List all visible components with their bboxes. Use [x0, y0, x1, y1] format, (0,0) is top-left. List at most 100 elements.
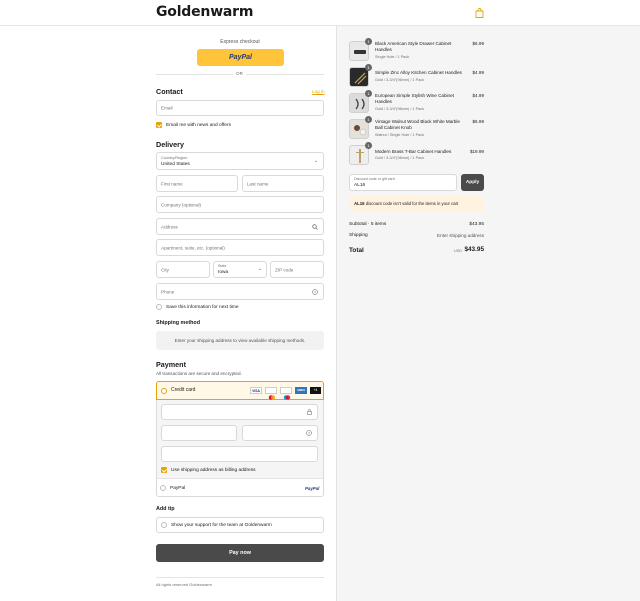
- item-name: European Simple Stylish Wine Cabinet Han…: [375, 93, 454, 104]
- footer-text: All rights reserved Goldenwarm: [156, 582, 212, 587]
- shopping-bag-icon[interactable]: [475, 8, 484, 18]
- more-cards-icon: +4: [310, 387, 321, 394]
- total-label: Total: [349, 247, 364, 254]
- payment-heading: Payment: [156, 360, 186, 369]
- discount-label: Discount code or gift card: [354, 177, 395, 181]
- city-placeholder: City: [161, 267, 169, 272]
- country-select[interactable]: Country/Region United States ⌄: [156, 152, 324, 170]
- state-value: Iowa: [218, 270, 229, 275]
- item-variant: Gold / 3-3/4"(96mm) / 1 Pack: [375, 156, 425, 160]
- country-value: United States: [161, 162, 190, 167]
- tip-option[interactable]: Show your support for the team at Golden…: [156, 517, 324, 533]
- divider: [156, 577, 324, 578]
- help-icon[interactable]: ?: [312, 289, 318, 295]
- shipping-method-notice: Enter your shipping address to view avai…: [156, 331, 324, 350]
- item-name: Vintage Walnut Wood Black White Marble B…: [375, 119, 460, 130]
- header: Goldenwarm: [0, 0, 640, 26]
- delivery-heading: Delivery: [156, 140, 184, 149]
- mastercard-icon: [265, 387, 277, 400]
- zip-field[interactable]: ZIP code: [270, 261, 324, 278]
- svg-text:?: ?: [308, 431, 310, 435]
- country-label: Country/Region: [161, 156, 188, 160]
- expiry-field[interactable]: [161, 425, 237, 441]
- subtotal-label: Subtotal · 5 items: [349, 222, 387, 227]
- order-summary: [336, 26, 640, 601]
- paypal-express-button[interactable]: PayPal: [197, 49, 284, 66]
- total-value: $43.95: [464, 246, 484, 253]
- paypal-option-label[interactable]: PayPal: [170, 486, 185, 491]
- state-label: State: [218, 264, 227, 268]
- save-info-label: Save this information for next time: [166, 305, 239, 310]
- shipping-method-heading: Shipping method: [156, 320, 201, 326]
- item-price: $6.99: [472, 41, 485, 46]
- item-variant: Gold / 3-3/4"(96mm) / 1 Pack: [375, 107, 425, 111]
- discount-error-code: AL16: [354, 201, 365, 206]
- paypal-logo-text: PayPal: [229, 54, 252, 61]
- zip-placeholder: ZIP code: [275, 267, 294, 272]
- company-field[interactable]: Company (optional): [156, 196, 324, 213]
- chevron-down-icon: ⌄: [257, 266, 262, 272]
- email-field[interactable]: Email: [156, 100, 324, 116]
- search-icon: [312, 224, 318, 230]
- credit-card-option[interactable]: Credit card VISA AMEX +4: [156, 381, 324, 400]
- discount-field[interactable]: Discount code or gift card AL16: [349, 174, 457, 191]
- discount-error-text: discount code isn't valid for the items …: [365, 201, 459, 206]
- tip-heading: Add tip: [156, 506, 175, 512]
- city-field[interactable]: City: [156, 261, 210, 278]
- lock-icon: [307, 409, 312, 415]
- first-name-placeholder: First name: [161, 181, 183, 186]
- pay-now-button[interactable]: Pay now: [156, 544, 324, 562]
- svg-text:?: ?: [314, 290, 316, 294]
- card-number-field[interactable]: [161, 404, 318, 420]
- divider: [156, 478, 324, 479]
- name-on-card-field[interactable]: [161, 446, 318, 462]
- quantity-badge: 1: [365, 90, 372, 97]
- apartment-field[interactable]: Apartment, suite, etc. (optional): [156, 239, 324, 256]
- maestro-icon: [280, 387, 292, 400]
- billing-label: Use shipping address as billing address: [171, 468, 256, 473]
- tip-label: Show your support for the team at Golden…: [171, 523, 272, 528]
- address-field[interactable]: Address: [156, 218, 324, 235]
- phone-field[interactable]: Phone ?: [156, 283, 324, 300]
- credit-card-label: Credit card: [171, 387, 196, 393]
- brand-logo[interactable]: Goldenwarm: [156, 4, 253, 20]
- shipping-label: Shipping: [349, 233, 368, 238]
- amex-icon: AMEX: [295, 387, 307, 394]
- news-checkbox[interactable]: [156, 122, 162, 128]
- item-variant: Gold / 3-3/4"(96mm) / 1 Pack: [375, 78, 425, 82]
- item-name: Simple Zinc Alloy Kitchen Cabinet Handle…: [375, 70, 462, 75]
- login-link[interactable]: Log in: [312, 89, 325, 94]
- item-price: $4.99: [472, 93, 485, 98]
- address-placeholder: Address: [161, 224, 178, 229]
- last-name-placeholder: Last name: [247, 181, 269, 186]
- or-separator: OR: [233, 71, 246, 76]
- apply-button[interactable]: Apply: [461, 174, 484, 191]
- news-label: Email me with news and offers: [166, 123, 231, 128]
- quantity-badge: 1: [365, 38, 372, 45]
- save-info-checkbox[interactable]: [156, 304, 162, 310]
- quantity-badge: 1: [365, 64, 372, 71]
- quantity-badge: 1: [365, 116, 372, 123]
- last-name-field[interactable]: Last name: [242, 175, 324, 192]
- chevron-down-icon: ⌄: [313, 158, 318, 164]
- paypal-radio[interactable]: [160, 485, 166, 491]
- help-icon[interactable]: ?: [306, 430, 312, 436]
- email-placeholder: Email: [161, 105, 173, 111]
- item-variant: Single Hole / 1 Pack: [375, 55, 410, 59]
- express-checkout-label: Express checkout: [220, 39, 260, 45]
- contact-heading: Contact: [156, 87, 183, 96]
- item-price: $4.99: [472, 70, 485, 75]
- credit-card-radio[interactable]: [161, 388, 167, 394]
- first-name-field[interactable]: First name: [156, 175, 238, 192]
- company-placeholder: Company (optional): [161, 202, 202, 207]
- item-price: $19.99: [469, 149, 484, 154]
- security-code-field[interactable]: ?: [242, 425, 318, 441]
- tip-checkbox[interactable]: [161, 522, 167, 528]
- apartment-placeholder: Apartment, suite, etc. (optional): [161, 245, 225, 250]
- item-name: Modern Brass T-Bar Cabinet Handles: [375, 149, 452, 154]
- state-select[interactable]: State Iowa ⌄: [213, 261, 267, 278]
- item-variant: Walnut / Single Hole / 1 Pack: [375, 133, 425, 137]
- billing-checkbox[interactable]: [161, 467, 167, 473]
- discount-value: AL16: [354, 183, 366, 188]
- item-price: $6.99: [472, 119, 485, 124]
